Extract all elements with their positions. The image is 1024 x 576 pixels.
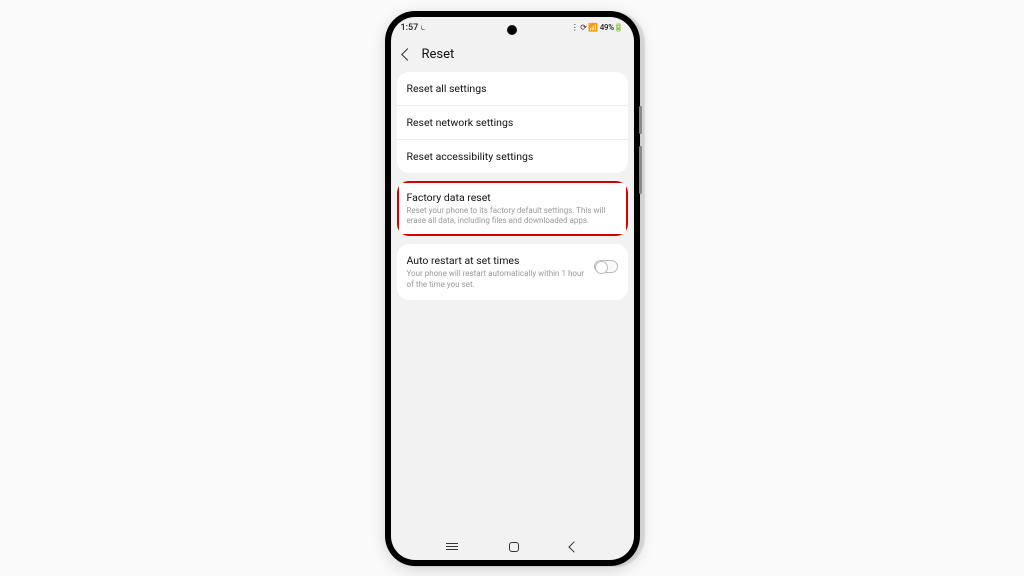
auto-restart-toggle[interactable] [594,260,618,273]
reset-access-label: Reset accessibility settings [407,150,618,163]
page-title: Reset [422,47,455,62]
nav-recent-icon[interactable] [446,546,458,548]
auto-restart-label: Auto restart at set times [407,254,586,267]
auto-restart-row[interactable]: Auto restart at set times Your phone wil… [397,244,628,300]
side-button-large [639,146,642,194]
nav-home-icon[interactable] [509,542,519,552]
phone-screen: 1:57 ⏾ ⋮ ⟳ 📶 49%🔋 Reset Reset all settin… [391,17,634,560]
reset-options-card: Reset all settings Reset network setting… [397,72,628,173]
factory-reset-card: Factory data reset Reset your phone to i… [397,181,628,237]
auto-restart-desc: Your phone will restart automatically wi… [407,269,586,290]
nav-bar [391,534,634,560]
factory-reset-desc: Reset your phone to its factory default … [407,206,618,227]
auto-restart-card: Auto restart at set times Your phone wil… [397,244,628,300]
status-indicators: ⋮ ⟳ 📶 49%🔋 [571,23,624,32]
nav-back-icon[interactable] [568,541,579,552]
factory-data-reset-row[interactable]: Factory data reset Reset your phone to i… [397,181,628,237]
title-bar: Reset [391,39,634,72]
side-button-small [639,106,642,134]
reset-accessibility-settings-row[interactable]: Reset accessibility settings [397,140,628,173]
factory-reset-label: Factory data reset [407,191,618,204]
reset-all-label: Reset all settings [407,82,618,95]
front-camera-icon [507,25,517,35]
back-icon[interactable] [401,48,414,61]
status-time: 1:57 ⏾ [401,23,427,33]
reset-network-label: Reset network settings [407,116,618,129]
content-area: Reset all settings Reset network setting… [391,72,634,534]
reset-network-settings-row[interactable]: Reset network settings [397,106,628,140]
phone-frame: 1:57 ⏾ ⋮ ⟳ 📶 49%🔋 Reset Reset all settin… [385,11,640,566]
reset-all-settings-row[interactable]: Reset all settings [397,72,628,106]
